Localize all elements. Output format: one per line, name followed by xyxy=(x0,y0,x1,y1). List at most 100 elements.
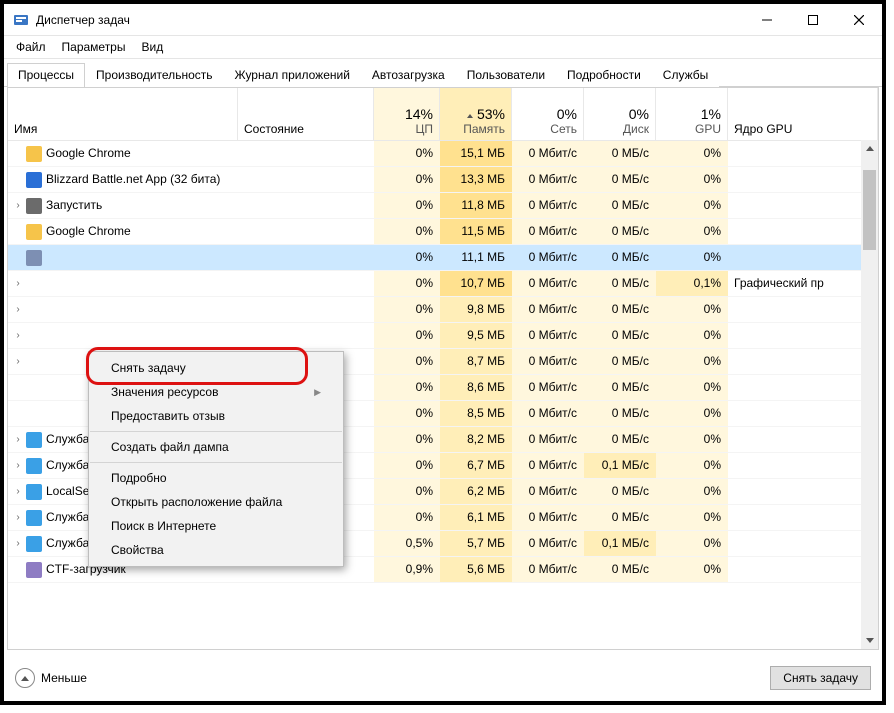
expand-icon[interactable]: › xyxy=(14,427,22,452)
menu-options[interactable]: Параметры xyxy=(54,38,134,56)
table-row[interactable]: Blizzard Battle.net App (32 бита)0%13,3 … xyxy=(8,167,878,193)
cell-gpu-core xyxy=(728,323,878,348)
cell-disk: 0 МБ/с xyxy=(584,219,656,244)
ctx-feedback[interactable]: Предоставить отзыв xyxy=(89,404,343,428)
ctx-resource-values[interactable]: Значения ресурсов▶ xyxy=(89,380,343,404)
expand-icon[interactable]: › xyxy=(14,193,22,218)
ctx-create-dump[interactable]: Создать файл дампа xyxy=(89,435,343,459)
ctx-end-task[interactable]: Снять задачу xyxy=(89,356,343,380)
cell-gpu: 0% xyxy=(656,479,728,504)
col-memory[interactable]: 53%Память xyxy=(440,88,512,140)
cell-disk: 0 МБ/с xyxy=(584,245,656,270)
expand-icon[interactable]: › xyxy=(14,323,22,348)
process-icon xyxy=(26,536,42,552)
expand-icon[interactable]: › xyxy=(14,297,22,322)
col-disk[interactable]: 0%Диск xyxy=(584,88,656,140)
cell-cpu: 0% xyxy=(374,323,440,348)
tab-services[interactable]: Службы xyxy=(652,63,719,87)
expand-icon[interactable]: › xyxy=(14,349,22,374)
cell-disk: 0 МБ/с xyxy=(584,271,656,296)
tab-details[interactable]: Подробности xyxy=(556,63,652,87)
tab-users[interactable]: Пользователи xyxy=(456,63,556,87)
cell-name: › xyxy=(8,297,238,322)
process-icon xyxy=(26,146,42,162)
col-gpu[interactable]: 1%GPU xyxy=(656,88,728,140)
cell-network: 0 Мбит/с xyxy=(512,193,584,218)
process-icon xyxy=(26,354,42,370)
close-button[interactable] xyxy=(836,4,882,35)
minimize-button[interactable] xyxy=(744,4,790,35)
ctx-search-online[interactable]: Поиск в Интернете xyxy=(89,514,343,538)
window-title: Диспетчер задач xyxy=(36,13,744,27)
tab-startup[interactable]: Автозагрузка xyxy=(361,63,456,87)
cell-state xyxy=(238,167,374,192)
cell-name: Blizzard Battle.net App (32 бита) xyxy=(8,167,238,192)
title-bar[interactable]: Диспетчер задач xyxy=(4,4,882,36)
menu-view[interactable]: Вид xyxy=(133,38,171,56)
app-icon xyxy=(12,11,30,29)
table-row[interactable]: ›0%9,5 МБ0 Мбит/с0 МБ/с0% xyxy=(8,323,878,349)
scroll-up-button[interactable] xyxy=(861,140,878,157)
table-row[interactable]: ›0%9,8 МБ0 Мбит/с0 МБ/с0% xyxy=(8,297,878,323)
cell-gpu: 0% xyxy=(656,297,728,322)
col-network[interactable]: 0%Сеть xyxy=(512,88,584,140)
process-icon xyxy=(26,224,42,240)
cell-gpu-core xyxy=(728,297,878,322)
cell-network: 0 Мбит/с xyxy=(512,479,584,504)
fewer-details-button[interactable]: Меньше xyxy=(15,668,87,688)
col-state[interactable]: Состояние xyxy=(238,88,374,140)
cell-network: 0 Мбит/с xyxy=(512,505,584,530)
cell-cpu: 0% xyxy=(374,505,440,530)
table-row[interactable]: ›0%10,7 МБ0 Мбит/с0 МБ/с0,1%Графический … xyxy=(8,271,878,297)
maximize-button[interactable] xyxy=(790,4,836,35)
expand-icon[interactable]: › xyxy=(14,271,22,296)
chevron-up-icon xyxy=(866,146,874,151)
table-header: Имя Состояние 14%ЦП 53%Память 0%Сеть 0%Д… xyxy=(8,88,878,141)
menu-file[interactable]: Файл xyxy=(8,38,54,56)
tab-processes[interactable]: Процессы xyxy=(7,63,85,87)
cell-network: 0 Мбит/с xyxy=(512,453,584,478)
expand-icon[interactable]: › xyxy=(14,479,22,504)
process-name: Blizzard Battle.net App (32 бита) xyxy=(46,167,220,192)
cell-network: 0 Мбит/с xyxy=(512,349,584,374)
process-icon xyxy=(26,250,42,266)
ctx-details[interactable]: Подробно xyxy=(89,466,343,490)
ctx-open-location[interactable]: Открыть расположение файла xyxy=(89,490,343,514)
col-gpu-core[interactable]: Ядро GPU xyxy=(728,88,878,140)
table-row[interactable]: ›Запустить0%11,8 МБ0 Мбит/с0 МБ/с0% xyxy=(8,193,878,219)
cell-disk: 0 МБ/с xyxy=(584,375,656,400)
chevron-down-icon xyxy=(866,638,874,643)
cell-cpu: 0% xyxy=(374,427,440,452)
cell-memory: 5,6 МБ xyxy=(440,557,512,582)
col-cpu[interactable]: 14%ЦП xyxy=(374,88,440,140)
process-icon xyxy=(26,406,42,422)
cell-state xyxy=(238,141,374,166)
cell-gpu-core xyxy=(728,401,878,426)
expand-icon[interactable]: › xyxy=(14,505,22,530)
table-row[interactable]: Google Chrome0%11,5 МБ0 Мбит/с0 МБ/с0% xyxy=(8,219,878,245)
ctx-properties[interactable]: Свойства xyxy=(89,538,343,562)
cell-network: 0 Мбит/с xyxy=(512,297,584,322)
tab-app-history[interactable]: Журнал приложений xyxy=(224,63,361,87)
col-name[interactable]: Имя xyxy=(8,88,238,140)
cell-disk: 0 МБ/с xyxy=(584,427,656,452)
end-task-button[interactable]: Снять задачу xyxy=(770,666,871,690)
cell-cpu: 0,5% xyxy=(374,531,440,556)
cell-memory: 6,2 МБ xyxy=(440,479,512,504)
expand-icon[interactable]: › xyxy=(14,531,22,556)
cell-disk: 0 МБ/с xyxy=(584,297,656,322)
cell-memory: 6,1 МБ xyxy=(440,505,512,530)
scroll-thumb[interactable] xyxy=(863,170,876,250)
process-icon xyxy=(26,432,42,448)
tab-performance[interactable]: Производительность xyxy=(85,63,223,87)
cell-gpu-core xyxy=(728,349,878,374)
process-icon xyxy=(26,198,42,214)
vertical-scrollbar[interactable] xyxy=(861,140,878,649)
chevron-up-icon xyxy=(15,668,35,688)
process-icon xyxy=(26,562,42,578)
cell-memory: 6,7 МБ xyxy=(440,453,512,478)
expand-icon[interactable]: › xyxy=(14,453,22,478)
scroll-down-button[interactable] xyxy=(861,632,878,649)
table-row[interactable]: Google Chrome0%15,1 МБ0 Мбит/с0 МБ/с0% xyxy=(8,141,878,167)
table-row[interactable]: 0%11,1 МБ0 Мбит/с0 МБ/с0% xyxy=(8,245,878,271)
